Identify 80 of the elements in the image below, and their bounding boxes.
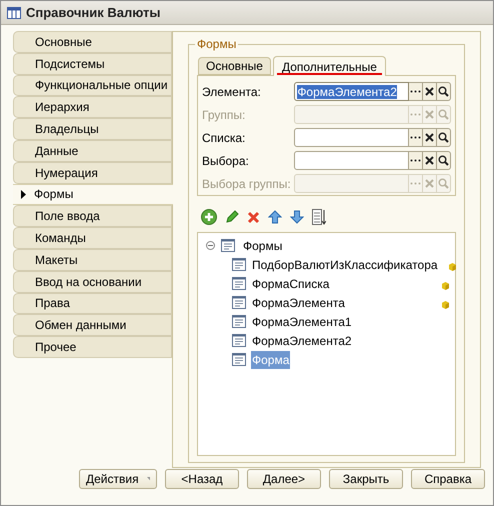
delete-icon[interactable] <box>247 210 260 224</box>
search-icon <box>438 109 450 120</box>
ellipsis-icon <box>410 90 422 93</box>
input-field[interactable] <box>294 151 410 170</box>
close-icon <box>425 87 434 96</box>
close-icon <box>425 133 434 142</box>
tree-item[interactable]: ФормаЭлемента2 <box>251 332 353 350</box>
field-label: Списка: <box>202 130 246 146</box>
search-button[interactable] <box>437 128 451 147</box>
close-icon <box>425 179 434 188</box>
caret-icon <box>146 477 150 481</box>
down-arrow-icon[interactable] <box>290 210 304 224</box>
ellipsis-icon <box>410 159 422 162</box>
section-tab[interactable]: Прочее <box>13 336 172 358</box>
clear-button[interactable] <box>423 82 438 101</box>
search-icon <box>438 178 450 189</box>
dialog-button[interactable]: Далее> <box>247 469 321 489</box>
dialog-button[interactable]: <Назад <box>165 469 239 489</box>
tree-item[interactable]: ФормаЭлемента <box>251 294 346 312</box>
ellipsis-button[interactable] <box>409 82 424 101</box>
search-icon <box>438 155 450 166</box>
close-icon <box>425 110 434 119</box>
tree-item[interactable]: ПодборВалютИзКлассификатора <box>251 256 439 274</box>
field-label: Выбора: <box>202 152 250 170</box>
ellipsis-button[interactable] <box>409 151 424 170</box>
input-field[interactable]: ФормаЭлемента2 <box>294 82 410 101</box>
form-icon <box>232 315 246 328</box>
field-label: Выбора группы: <box>202 176 292 192</box>
section-tab[interactable]: Формы <box>13 184 173 206</box>
field-label: Группы: <box>202 106 246 124</box>
ellipsis-button[interactable] <box>409 128 424 147</box>
section-tab[interactable]: Данные <box>13 140 172 162</box>
up-arrow-icon[interactable] <box>268 210 282 224</box>
search-icon <box>438 86 450 97</box>
tree-item[interactable]: Формы <box>243 236 282 254</box>
field-label: Элемента: <box>202 84 262 100</box>
tree-item[interactable]: ФормаЭлемента1 <box>251 312 353 330</box>
form-icon <box>232 353 246 366</box>
sort-list-icon[interactable] <box>312 209 326 225</box>
section-tab[interactable]: Поле ввода <box>13 205 172 228</box>
ellipsis-icon <box>410 182 422 185</box>
form-tab[interactable]: Дополнительные <box>272 56 386 76</box>
ellipsis-icon <box>410 136 422 139</box>
dialog-button[interactable]: Закрыть <box>329 469 403 489</box>
minus-icon <box>208 245 213 246</box>
section-tab[interactable]: Обмен данными <box>13 314 172 336</box>
section-tab[interactable]: Права <box>13 292 172 314</box>
section-tab[interactable]: Нумерация <box>13 162 172 184</box>
collapse-toggle[interactable] <box>206 241 215 250</box>
section-tab[interactable]: Ввод на основании <box>13 270 172 293</box>
clear-button[interactable] <box>423 128 438 147</box>
input-field[interactable] <box>294 128 410 147</box>
search-button[interactable] <box>437 151 451 170</box>
search-icon <box>438 132 450 143</box>
window-title: Справочник Валюты <box>26 4 160 22</box>
form-icon <box>232 334 246 347</box>
actions-button[interactable]: Действия <box>79 469 157 489</box>
section-tab[interactable]: Подсистемы <box>13 52 172 75</box>
form-icon <box>221 239 235 252</box>
form-icon <box>232 277 246 290</box>
close-icon <box>425 156 434 165</box>
group-title: Формы <box>195 37 238 51</box>
search-button[interactable] <box>437 82 451 101</box>
section-tab[interactable]: Макеты <box>13 248 172 271</box>
table-icon <box>7 6 21 18</box>
section-tab[interactable]: Функциональные опции <box>13 74 172 96</box>
form-icon <box>232 296 246 309</box>
section-tab[interactable]: Основные <box>13 31 172 53</box>
form-icon <box>232 258 246 271</box>
current-section-marker-icon <box>21 190 26 199</box>
ellipsis-icon <box>410 113 422 116</box>
tree-item[interactable]: ФормаСписка <box>251 274 330 292</box>
add-icon[interactable] <box>201 209 217 225</box>
form-tab[interactable]: Основные <box>198 57 271 75</box>
clear-button[interactable] <box>423 151 438 170</box>
section-tab[interactable]: Иерархия <box>13 96 172 118</box>
section-tab[interactable]: Владельцы <box>13 118 172 140</box>
pencil-icon[interactable] <box>225 210 239 224</box>
section-tab[interactable]: Команды <box>13 227 172 249</box>
dialog-button[interactable]: Справка <box>411 469 485 489</box>
